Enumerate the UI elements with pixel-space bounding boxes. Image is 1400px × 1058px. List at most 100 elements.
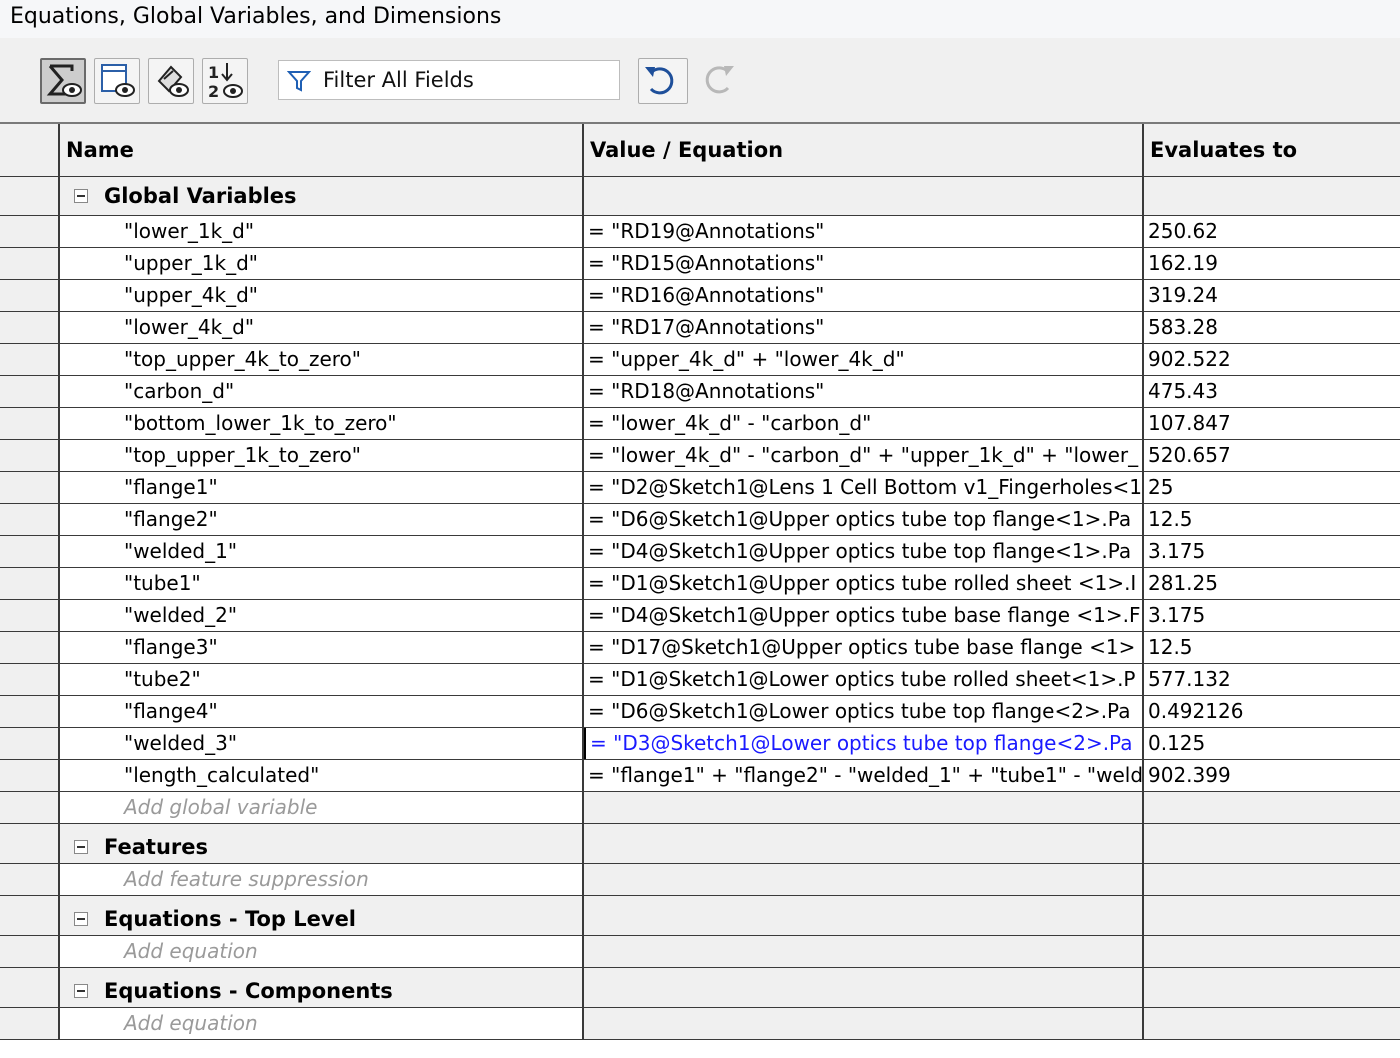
row-selector[interactable]	[0, 696, 60, 727]
equation-cell[interactable]: = "lower_4k_d" - "carbon_d"	[584, 408, 1144, 439]
row-selector[interactable]	[0, 536, 60, 567]
add-feature-suppression-cell[interactable]: Add feature suppression	[60, 864, 584, 895]
equation-cell[interactable]: = "RD16@Annotations"	[584, 280, 1144, 311]
name-column-header[interactable]: Name	[60, 124, 584, 176]
row-selector[interactable]	[0, 968, 60, 1007]
row-selector[interactable]	[0, 760, 60, 791]
equation-edit-field[interactable]: = "D3@Sketch1@Lower optics tube top flan…	[584, 728, 1144, 759]
row-selector[interactable]	[0, 632, 60, 663]
row-selector[interactable]	[0, 896, 60, 935]
table-row[interactable]: "upper_4k_d" = "RD16@Annotations" 319.24	[0, 280, 1400, 312]
variable-name-cell[interactable]: "top_upper_1k_to_zero"	[60, 440, 584, 471]
add-feature-suppression-row[interactable]: Add feature suppression	[0, 864, 1400, 896]
variable-name-cell[interactable]: "flange3"	[60, 632, 584, 663]
redo-button[interactable]	[696, 58, 742, 104]
add-global-variable-cell[interactable]: Add global variable	[60, 792, 584, 823]
filter-field[interactable]: Filter All Fields	[278, 60, 620, 100]
collapse-icon[interactable]	[74, 189, 88, 203]
collapse-icon[interactable]	[74, 984, 88, 998]
variable-name-cell[interactable]: "flange4"	[60, 696, 584, 727]
variable-name-cell[interactable]: "upper_4k_d"	[60, 280, 584, 311]
variable-name-cell[interactable]: "welded_2"	[60, 600, 584, 631]
row-selector[interactable]	[0, 312, 60, 343]
variable-name-cell[interactable]: "lower_1k_d"	[60, 216, 584, 247]
equation-cell[interactable]: = "D6@Sketch1@Upper optics tube top flan…	[584, 504, 1144, 535]
variable-name-cell[interactable]: "tube1"	[60, 568, 584, 599]
equation-cell[interactable]: = "D4@Sketch1@Upper optics tube base fla…	[584, 600, 1144, 631]
table-row[interactable]: "length_calculated" = "flange1" + "flange…	[0, 760, 1400, 792]
equation-cell[interactable]: = "D1@Sketch1@Upper optics tube rolled s…	[584, 568, 1144, 599]
add-global-variable-row[interactable]: Add global variable	[0, 792, 1400, 824]
row-selector[interactable]	[0, 864, 60, 895]
row-selector[interactable]	[0, 248, 60, 279]
table-row[interactable]: "top_upper_4k_to_zero" = "upper_4k_d" + "…	[0, 344, 1400, 376]
equation-cell[interactable]: = "D1@Sketch1@Lower optics tube rolled s…	[584, 664, 1144, 695]
evaluates-column-header[interactable]: Evaluates to	[1144, 124, 1400, 176]
equation-cell[interactable]: = "D2@Sketch1@Lens 1 Cell Bottom v1_Fing…	[584, 472, 1144, 503]
undo-button[interactable]	[638, 58, 688, 104]
equation-cell[interactable]: = "D17@Sketch1@Upper optics tube base fl…	[584, 632, 1144, 663]
row-selector[interactable]	[0, 936, 60, 967]
table-row[interactable]: "flange4" = "D6@Sketch1@Lower optics tube…	[0, 696, 1400, 728]
sketch-equation-view-button[interactable]	[94, 58, 140, 104]
value-column-header[interactable]: Value / Equation	[584, 124, 1144, 176]
variable-name-cell[interactable]: "carbon_d"	[60, 376, 584, 407]
add-equation-cell[interactable]: Add equation	[60, 1008, 584, 1039]
variable-name-cell[interactable]: "flange2"	[60, 504, 584, 535]
row-selector[interactable]	[0, 440, 60, 471]
table-row[interactable]: "top_upper_1k_to_zero" = "lower_4k_d" - "…	[0, 440, 1400, 472]
collapse-icon[interactable]	[74, 840, 88, 854]
table-row[interactable]: "carbon_d" = "RD18@Annotations" 475.43	[0, 376, 1400, 408]
variable-name-cell[interactable]: "flange1"	[60, 472, 584, 503]
row-selector[interactable]	[0, 568, 60, 599]
variable-name-cell[interactable]: "welded_1"	[60, 536, 584, 567]
row-selector[interactable]	[0, 792, 60, 823]
ordered-view-button[interactable]: 1 2	[202, 58, 248, 104]
variable-name-cell[interactable]: "upper_1k_d"	[60, 248, 584, 279]
table-row[interactable]: "flange1" = "D2@Sketch1@Lens 1 Cell Botto…	[0, 472, 1400, 504]
variable-name-cell[interactable]: "tube2"	[60, 664, 584, 695]
add-equation-top-level-row[interactable]: Add equation	[0, 936, 1400, 968]
section-equations-components[interactable]: Equations - Components	[0, 968, 1400, 1008]
equation-cell[interactable]: = "lower_4k_d" - "carbon_d" + "upper_1k_…	[584, 440, 1144, 471]
row-selector[interactable]	[0, 280, 60, 311]
row-selector[interactable]	[0, 177, 60, 215]
equation-cell[interactable]: = "upper_4k_d" + "lower_4k_d"	[584, 344, 1144, 375]
add-equation-components-row[interactable]: Add equation	[0, 1008, 1400, 1040]
equation-cell[interactable]: = "RD18@Annotations"	[584, 376, 1144, 407]
equation-cell[interactable]: = "RD15@Annotations"	[584, 248, 1144, 279]
row-selector[interactable]	[0, 376, 60, 407]
table-row[interactable]: "welded_3" = "D3@Sketch1@Lower optics tub…	[0, 728, 1400, 760]
dimension-view-button[interactable]	[148, 58, 194, 104]
row-selector[interactable]	[0, 216, 60, 247]
table-row[interactable]: "lower_4k_d" = "RD17@Annotations" 583.28	[0, 312, 1400, 344]
row-selector[interactable]	[0, 664, 60, 695]
variable-name-cell[interactable]: "bottom_lower_1k_to_zero"	[60, 408, 584, 439]
section-equations-top-level[interactable]: Equations - Top Level	[0, 896, 1400, 936]
table-row[interactable]: "flange3" = "D17@Sketch1@Upper optics tub…	[0, 632, 1400, 664]
add-equation-cell[interactable]: Add equation	[60, 936, 584, 967]
equation-view-button[interactable]	[40, 58, 86, 104]
table-row[interactable]: "tube1" = "D1@Sketch1@Upper optics tube r…	[0, 568, 1400, 600]
table-row[interactable]: "lower_1k_d" = "RD19@Annotations" 250.62	[0, 216, 1400, 248]
table-row[interactable]: "flange2" = "D6@Sketch1@Upper optics tube…	[0, 504, 1400, 536]
variable-name-cell[interactable]: "welded_3"	[60, 728, 584, 759]
table-row[interactable]: "tube2" = "D1@Sketch1@Lower optics tube r…	[0, 664, 1400, 696]
equation-cell[interactable]: = "D6@Sketch1@Lower optics tube top flan…	[584, 696, 1144, 727]
row-selector[interactable]	[0, 472, 60, 503]
table-row[interactable]: "welded_1" = "D4@Sketch1@Upper optics tub…	[0, 536, 1400, 568]
equation-cell[interactable]: = "RD17@Annotations"	[584, 312, 1144, 343]
row-selector[interactable]	[0, 344, 60, 375]
collapse-icon[interactable]	[74, 912, 88, 926]
row-selector[interactable]	[0, 728, 60, 759]
row-selector[interactable]	[0, 824, 60, 863]
section-features[interactable]: Features	[0, 824, 1400, 864]
table-row[interactable]: "upper_1k_d" = "RD15@Annotations" 162.19	[0, 248, 1400, 280]
row-selector[interactable]	[0, 600, 60, 631]
variable-name-cell[interactable]: "top_upper_4k_to_zero"	[60, 344, 584, 375]
variable-name-cell[interactable]: "lower_4k_d"	[60, 312, 584, 343]
variable-name-cell[interactable]: "length_calculated"	[60, 760, 584, 791]
table-row[interactable]: "bottom_lower_1k_to_zero" = "lower_4k_d" …	[0, 408, 1400, 440]
equation-cell[interactable]: = "D4@Sketch1@Upper optics tube top flan…	[584, 536, 1144, 567]
equation-cell[interactable]: = "RD19@Annotations"	[584, 216, 1144, 247]
